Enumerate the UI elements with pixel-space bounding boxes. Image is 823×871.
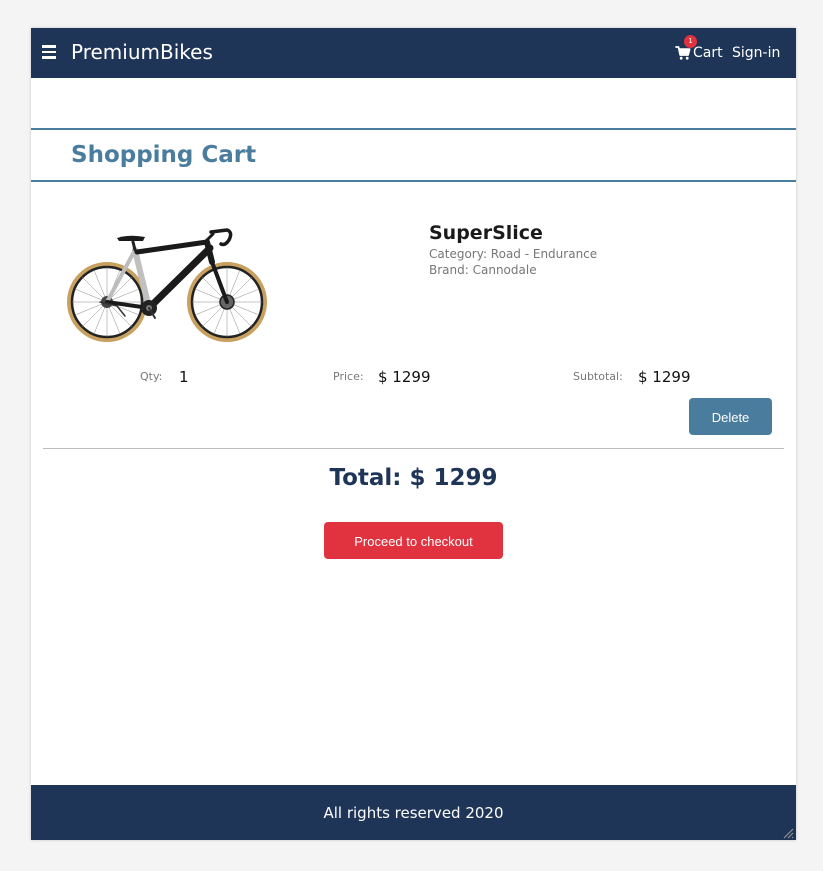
price-label: Price: (333, 370, 364, 383)
app-window: PremiumBikes 1 Cart Sign-in Shopping Car… (31, 28, 796, 840)
delete-button[interactable]: Delete (689, 398, 772, 435)
page-title: Shopping Cart (71, 142, 257, 168)
subtotal-value: $ 1299 (638, 368, 691, 386)
title-bottom-rule (31, 180, 796, 182)
title-top-rule (31, 128, 796, 130)
resize-grip-icon[interactable] (782, 827, 794, 839)
subtotal-label: Subtotal: (573, 370, 623, 383)
navbar: PremiumBikes 1 Cart Sign-in (31, 28, 796, 78)
qty-label: Qty: (140, 370, 163, 383)
product-name[interactable]: SuperSlice (429, 222, 543, 244)
footer: All rights reserved 2020 (31, 785, 796, 840)
signin-link[interactable]: Sign-in (732, 45, 780, 61)
menu-icon[interactable] (42, 45, 56, 59)
qty-value: 1 (179, 368, 189, 386)
price-value: $ 1299 (378, 368, 431, 386)
product-image[interactable] (65, 216, 269, 344)
product-brand: Brand: Cannodale (429, 263, 537, 277)
cart-label: Cart (693, 45, 723, 61)
proceed-to-checkout-button[interactable]: Proceed to checkout (324, 522, 503, 559)
cart-total: Total: $ 1299 (329, 465, 498, 491)
bike-frame (99, 228, 233, 319)
cart-divider (43, 448, 784, 449)
product-category: Category: Road - Endurance (429, 247, 598, 261)
footer-text: All rights reserved 2020 (323, 804, 504, 822)
brand-logo-text[interactable]: PremiumBikes (71, 40, 213, 64)
